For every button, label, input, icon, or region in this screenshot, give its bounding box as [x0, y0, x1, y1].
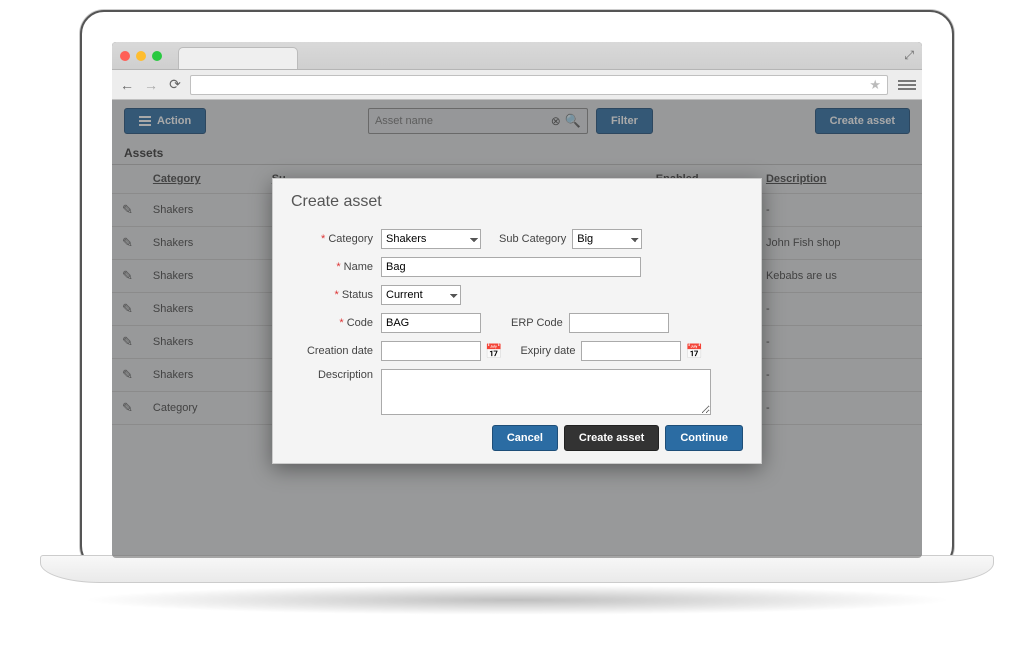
- browser-menu-icon[interactable]: [898, 76, 916, 94]
- search-icon[interactable]: 🔍: [565, 113, 581, 129]
- cell-category: Shakers: [143, 194, 262, 227]
- cell-description: -: [756, 293, 922, 326]
- edit-icon[interactable]: ✎: [122, 367, 133, 382]
- creation-date-input[interactable]: [381, 341, 481, 361]
- forward-icon[interactable]: →: [142, 77, 160, 93]
- create-asset-submit-button[interactable]: Create asset: [564, 425, 659, 451]
- hamburger-icon: [139, 116, 151, 126]
- cell-category: Shakers: [143, 359, 262, 392]
- cell-description: -: [756, 359, 922, 392]
- modal-footer: Cancel Create asset Continue: [291, 425, 743, 451]
- url-input[interactable]: ★: [190, 75, 888, 95]
- fullscreen-icon[interactable]: ⤢: [904, 48, 914, 63]
- label-category: Category: [291, 233, 381, 245]
- browser-tab-bar: ⤢: [112, 42, 922, 70]
- continue-button[interactable]: Continue: [665, 425, 743, 451]
- laptop-shadow: [80, 585, 954, 615]
- erp-code-input[interactable]: [569, 313, 669, 333]
- window-maximize-dot[interactable]: [152, 51, 162, 61]
- category-select[interactable]: Shakers: [381, 229, 481, 249]
- expiry-date-input[interactable]: [581, 341, 681, 361]
- subcategory-select[interactable]: Big: [572, 229, 642, 249]
- calendar-icon[interactable]: 📅: [685, 343, 702, 360]
- clear-icon[interactable]: ⊗: [551, 114, 561, 128]
- col-description[interactable]: Description: [766, 173, 827, 185]
- cell-category: Category: [143, 392, 262, 425]
- app-toolbar: Action ⊗ 🔍 Filter Create asset: [112, 100, 922, 142]
- edit-icon[interactable]: ✎: [122, 202, 133, 217]
- laptop-base: [40, 555, 994, 583]
- label-subcategory: Sub Category: [499, 233, 566, 245]
- label-status: Status: [291, 289, 381, 301]
- name-input[interactable]: [381, 257, 641, 277]
- label-code: Code: [291, 317, 381, 329]
- filter-button[interactable]: Filter: [596, 108, 653, 134]
- cell-category: Shakers: [143, 260, 262, 293]
- app-page: Action ⊗ 🔍 Filter Create asset Assets: [112, 100, 922, 558]
- edit-icon[interactable]: ✎: [122, 268, 133, 283]
- modal-title: Create asset: [291, 193, 743, 211]
- back-icon[interactable]: ←: [118, 77, 136, 93]
- cell-description: Kebabs are us: [756, 260, 922, 293]
- label-name: Name: [291, 261, 381, 273]
- cell-category: Shakers: [143, 293, 262, 326]
- edit-icon[interactable]: ✎: [122, 301, 133, 316]
- action-label: Action: [157, 115, 191, 127]
- cell-category: Shakers: [143, 326, 262, 359]
- create-asset-modal: Create asset Category Shakers Sub Catego…: [272, 178, 762, 464]
- label-description: Description: [291, 369, 381, 381]
- code-input[interactable]: [381, 313, 481, 333]
- laptop-frame: ⤢ ← → ⟳ ★ Action ⊗: [80, 10, 954, 570]
- cell-description: -: [756, 326, 922, 359]
- cell-category: Shakers: [143, 227, 262, 260]
- reload-icon[interactable]: ⟳: [166, 76, 184, 93]
- description-textarea[interactable]: [381, 369, 711, 415]
- label-creation-date: Creation date: [291, 345, 381, 357]
- edit-icon[interactable]: ✎: [122, 334, 133, 349]
- edit-icon[interactable]: ✎: [122, 400, 133, 415]
- col-category[interactable]: Category: [153, 173, 201, 185]
- action-menu-button[interactable]: Action: [124, 108, 206, 134]
- label-expiry-date: Expiry date: [520, 345, 575, 357]
- browser-url-bar: ← → ⟳ ★: [112, 70, 922, 100]
- calendar-icon[interactable]: 📅: [485, 343, 502, 360]
- create-asset-label: Create asset: [830, 115, 895, 127]
- status-select[interactable]: Current: [381, 285, 461, 305]
- cell-description: -: [756, 194, 922, 227]
- filter-label: Filter: [611, 115, 638, 127]
- cell-description: John Fish shop: [756, 227, 922, 260]
- browser-tab[interactable]: [178, 47, 298, 69]
- window-minimize-dot[interactable]: [136, 51, 146, 61]
- edit-icon[interactable]: ✎: [122, 235, 133, 250]
- bookmark-star-icon[interactable]: ★: [869, 77, 881, 93]
- screen: ⤢ ← → ⟳ ★ Action ⊗: [112, 42, 922, 558]
- cancel-button[interactable]: Cancel: [492, 425, 558, 451]
- search-box[interactable]: ⊗ 🔍: [368, 108, 588, 134]
- cell-description: -: [756, 392, 922, 425]
- section-title: Assets: [112, 142, 922, 165]
- window-close-dot[interactable]: [120, 51, 130, 61]
- search-input[interactable]: [375, 115, 547, 127]
- create-asset-button[interactable]: Create asset: [815, 108, 910, 134]
- label-erp-code: ERP Code: [511, 317, 563, 329]
